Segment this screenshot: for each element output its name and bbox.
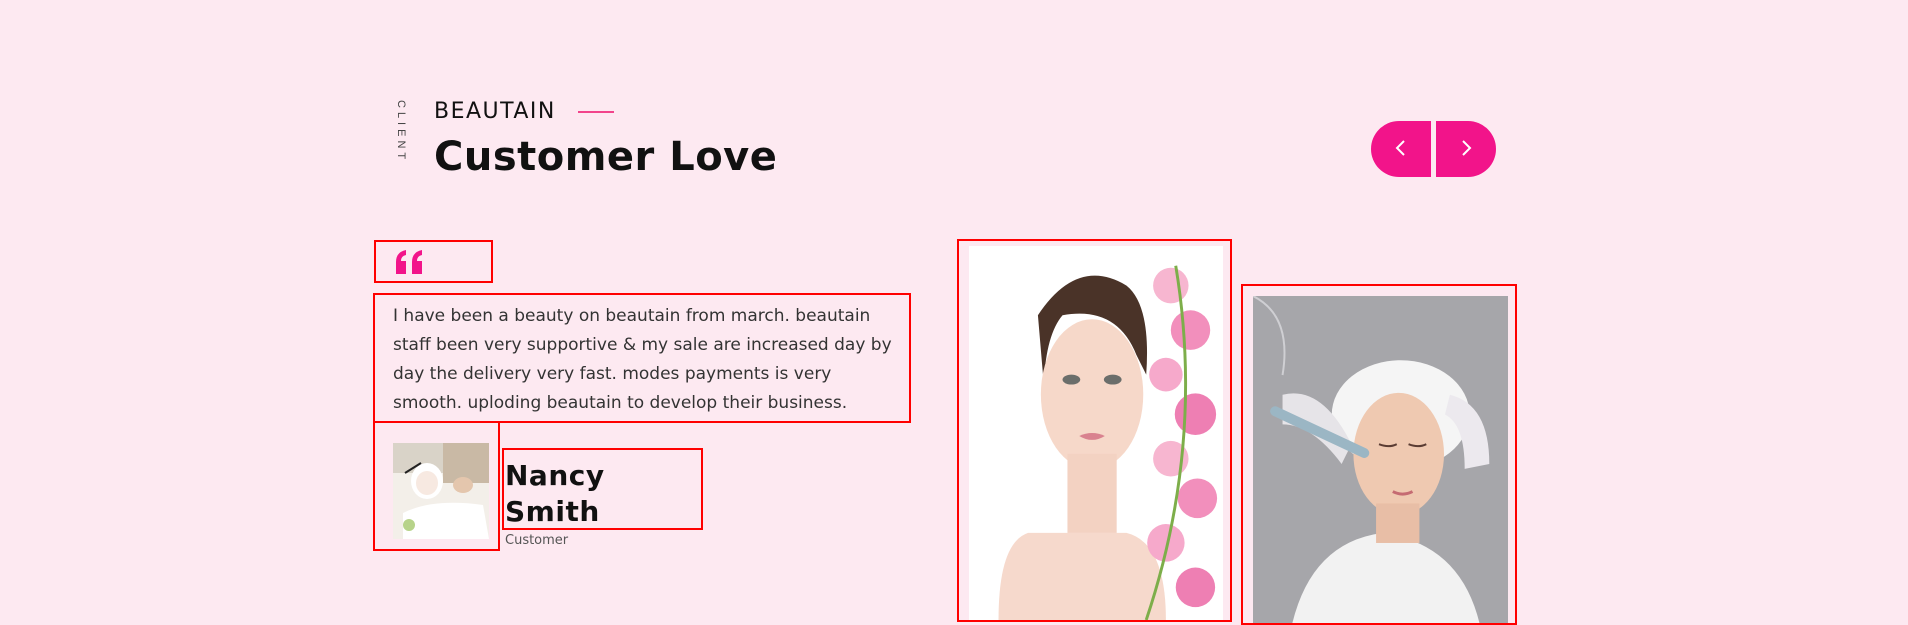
section-kicker: BEAUTAIN (434, 98, 614, 126)
woman-with-orchids-photo (969, 246, 1223, 620)
avatar (393, 443, 489, 539)
gallery-image-1-container (957, 239, 1232, 622)
quote-icon (394, 248, 426, 276)
chevron-left-icon (1391, 138, 1411, 161)
kicker-text: BEAUTAIN (434, 99, 556, 124)
chevron-right-icon (1456, 138, 1476, 161)
slider-nav (1371, 121, 1496, 177)
vertical-section-label: CLIENT (395, 100, 407, 164)
gallery-image-2-container (1241, 284, 1517, 625)
testimonial-text: I have been a beauty on beautain from ma… (393, 306, 892, 413)
author-role: Customer (505, 533, 569, 548)
prev-button[interactable] (1371, 121, 1431, 177)
section-title: Customer Love (434, 134, 778, 180)
customer-love-section: CLIENT BEAUTAIN Customer Love I have bee… (0, 0, 1908, 625)
facial-treatment-photo (1253, 296, 1508, 623)
author-name: Nancy Smith (505, 459, 605, 528)
author-avatar-container (373, 421, 500, 551)
quote-container (374, 240, 493, 283)
testimonial-body: I have been a beauty on beautain from ma… (373, 293, 911, 423)
kicker-divider (577, 111, 614, 113)
next-button[interactable] (1436, 121, 1496, 177)
author-info: Nancy Smith Customer (502, 448, 703, 548)
